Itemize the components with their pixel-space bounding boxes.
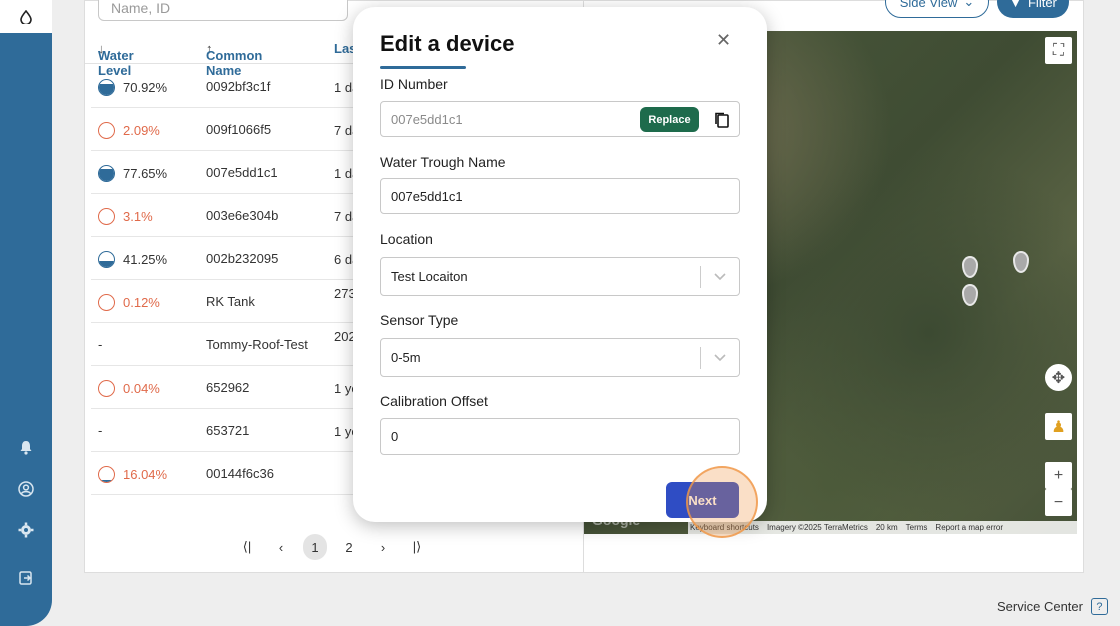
close-icon[interactable]: ✕ <box>716 30 731 51</box>
last-seen-cell: 202 ago <box>334 329 354 344</box>
search-input[interactable]: Name, ID <box>98 0 348 21</box>
common-name-cell: 0092bf3c1f <box>206 79 271 94</box>
water-level-icon <box>98 79 115 96</box>
water-level-cell: 0.12% <box>98 294 160 311</box>
replace-button[interactable]: Replace <box>640 107 699 132</box>
pagination: ⟨| ‹ 1 2 › |⟩ <box>235 534 429 560</box>
id-number-field: 007e5dd1c1 Replace <box>380 101 740 137</box>
calibration-offset-label: Calibration Offset <box>380 393 488 409</box>
chevron-down-icon: ⌄ <box>963 0 975 9</box>
chevron-down-icon <box>714 354 726 362</box>
last-page-button[interactable]: |⟩ <box>405 534 429 560</box>
terms-link[interactable]: Terms <box>906 523 928 532</box>
common-name-cell: 652962 <box>206 380 250 395</box>
water-level-cell: 2.09% <box>98 122 160 139</box>
location-select[interactable]: Test Locaiton <box>380 257 740 296</box>
last-seen-cell: 7 da <box>334 123 354 138</box>
filter-icon: ▼ <box>1009 0 1022 10</box>
water-level-icon <box>98 380 115 397</box>
water-drop-icon <box>20 9 32 24</box>
trough-name-input[interactable]: 007e5dd1c1 <box>380 178 740 214</box>
common-name-cell: 007e5dd1c1 <box>206 165 278 180</box>
calibration-offset-input[interactable]: 0 <box>380 418 740 455</box>
page-2-button[interactable]: 2 <box>337 534 361 560</box>
select-separator <box>700 266 701 288</box>
water-level-cell: 41.25% <box>98 251 167 268</box>
column-water-level[interactable]: Water Level ↓ <box>98 41 134 78</box>
next-page-button[interactable]: › <box>371 534 395 560</box>
logout-icon[interactable] <box>13 565 39 591</box>
last-seen-cell: 1 ye <box>334 381 354 396</box>
scale-label: 20 km <box>875 523 898 532</box>
water-level-cell: - <box>98 337 103 352</box>
water-level-icon <box>98 251 115 268</box>
prev-page-button[interactable]: ‹ <box>269 534 293 560</box>
modal-title: Edit a device <box>380 31 515 56</box>
water-level-icon <box>98 165 115 182</box>
water-level-cell: 3.1% <box>98 208 153 225</box>
copy-icon[interactable] <box>713 111 731 129</box>
last-seen-cell: 1 ye <box>334 424 354 439</box>
water-level-cell: 77.65% <box>98 165 167 182</box>
zoom-out-button[interactable]: − <box>1045 489 1072 516</box>
water-level-icon <box>98 122 115 139</box>
gear-icon[interactable] <box>13 517 39 543</box>
column-common-name[interactable]: Common Name ↑ <box>206 41 262 78</box>
next-button[interactable]: Next <box>666 482 739 518</box>
common-name-cell: 00144f6c36 <box>206 466 274 481</box>
water-level-cell: - <box>98 423 103 438</box>
help-icon[interactable]: ? <box>1090 598 1108 615</box>
last-seen-cell: 7 da <box>334 209 354 224</box>
user-circle-icon[interactable] <box>13 476 39 502</box>
chevron-down-icon <box>714 273 726 281</box>
bell-icon[interactable] <box>13 434 39 460</box>
location-label: Location <box>380 231 433 247</box>
water-level-icon <box>98 294 115 311</box>
edit-device-modal: Edit a device ✕ ID Number 007e5dd1c1 Rep… <box>353 7 767 522</box>
pegman-icon[interactable]: ♟ <box>1045 413 1072 440</box>
common-name-cell: 003e6e304b <box>206 208 279 223</box>
water-level-icon <box>98 208 115 225</box>
common-name-cell: 002b232095 <box>206 251 279 266</box>
last-seen-cell: 1 da <box>334 166 354 181</box>
report-map-error-link[interactable]: Report a map error <box>935 523 1003 532</box>
water-level-cell: 16.04% <box>98 466 167 483</box>
zoom-in-button[interactable]: + <box>1045 462 1072 489</box>
common-name-cell: Tommy-Roof-Test <box>206 337 308 352</box>
common-name-cell: 009f1066f5 <box>206 122 272 137</box>
water-level-icon <box>98 466 115 483</box>
fullscreen-icon[interactable]: ⛶ <box>1045 37 1072 64</box>
sensor-type-select[interactable]: 0-5m <box>380 338 740 377</box>
first-page-button[interactable]: ⟨| <box>235 534 259 560</box>
imagery-credit: Imagery ©2025 TerraMetrics <box>766 523 868 532</box>
water-level-cell: 70.92% <box>98 79 167 96</box>
sidebar <box>0 0 52 626</box>
sensor-type-label: Sensor Type <box>380 312 459 328</box>
filter-button[interactable]: ▼ Filter <box>997 0 1069 18</box>
service-center[interactable]: Service Center ? <box>997 598 1108 615</box>
common-name-cell: 653721 <box>206 423 250 438</box>
id-number-label: ID Number <box>380 76 448 92</box>
last-seen-cell: 1 da <box>334 80 354 95</box>
last-seen-cell: 6 da <box>334 252 354 267</box>
last-seen-cell: 273 ago <box>334 286 354 301</box>
select-separator <box>700 347 701 369</box>
title-underline <box>380 66 466 69</box>
side-view-button[interactable]: Side View ⌄ <box>885 0 989 18</box>
common-name-cell: RK Tank <box>206 294 255 309</box>
trough-name-label: Water Trough Name <box>380 154 506 170</box>
water-level-cell: 0.04% <box>98 380 160 397</box>
page-1-button[interactable]: 1 <box>303 534 327 560</box>
map-attribution: Keyboard shortcuts Imagery ©2025 TerraMe… <box>688 521 1077 534</box>
logo[interactable] <box>0 0 52 33</box>
camera-control-icon[interactable]: ✥ <box>1045 364 1072 391</box>
keyboard-shortcuts-link[interactable]: Keyboard shortcuts <box>690 523 759 532</box>
